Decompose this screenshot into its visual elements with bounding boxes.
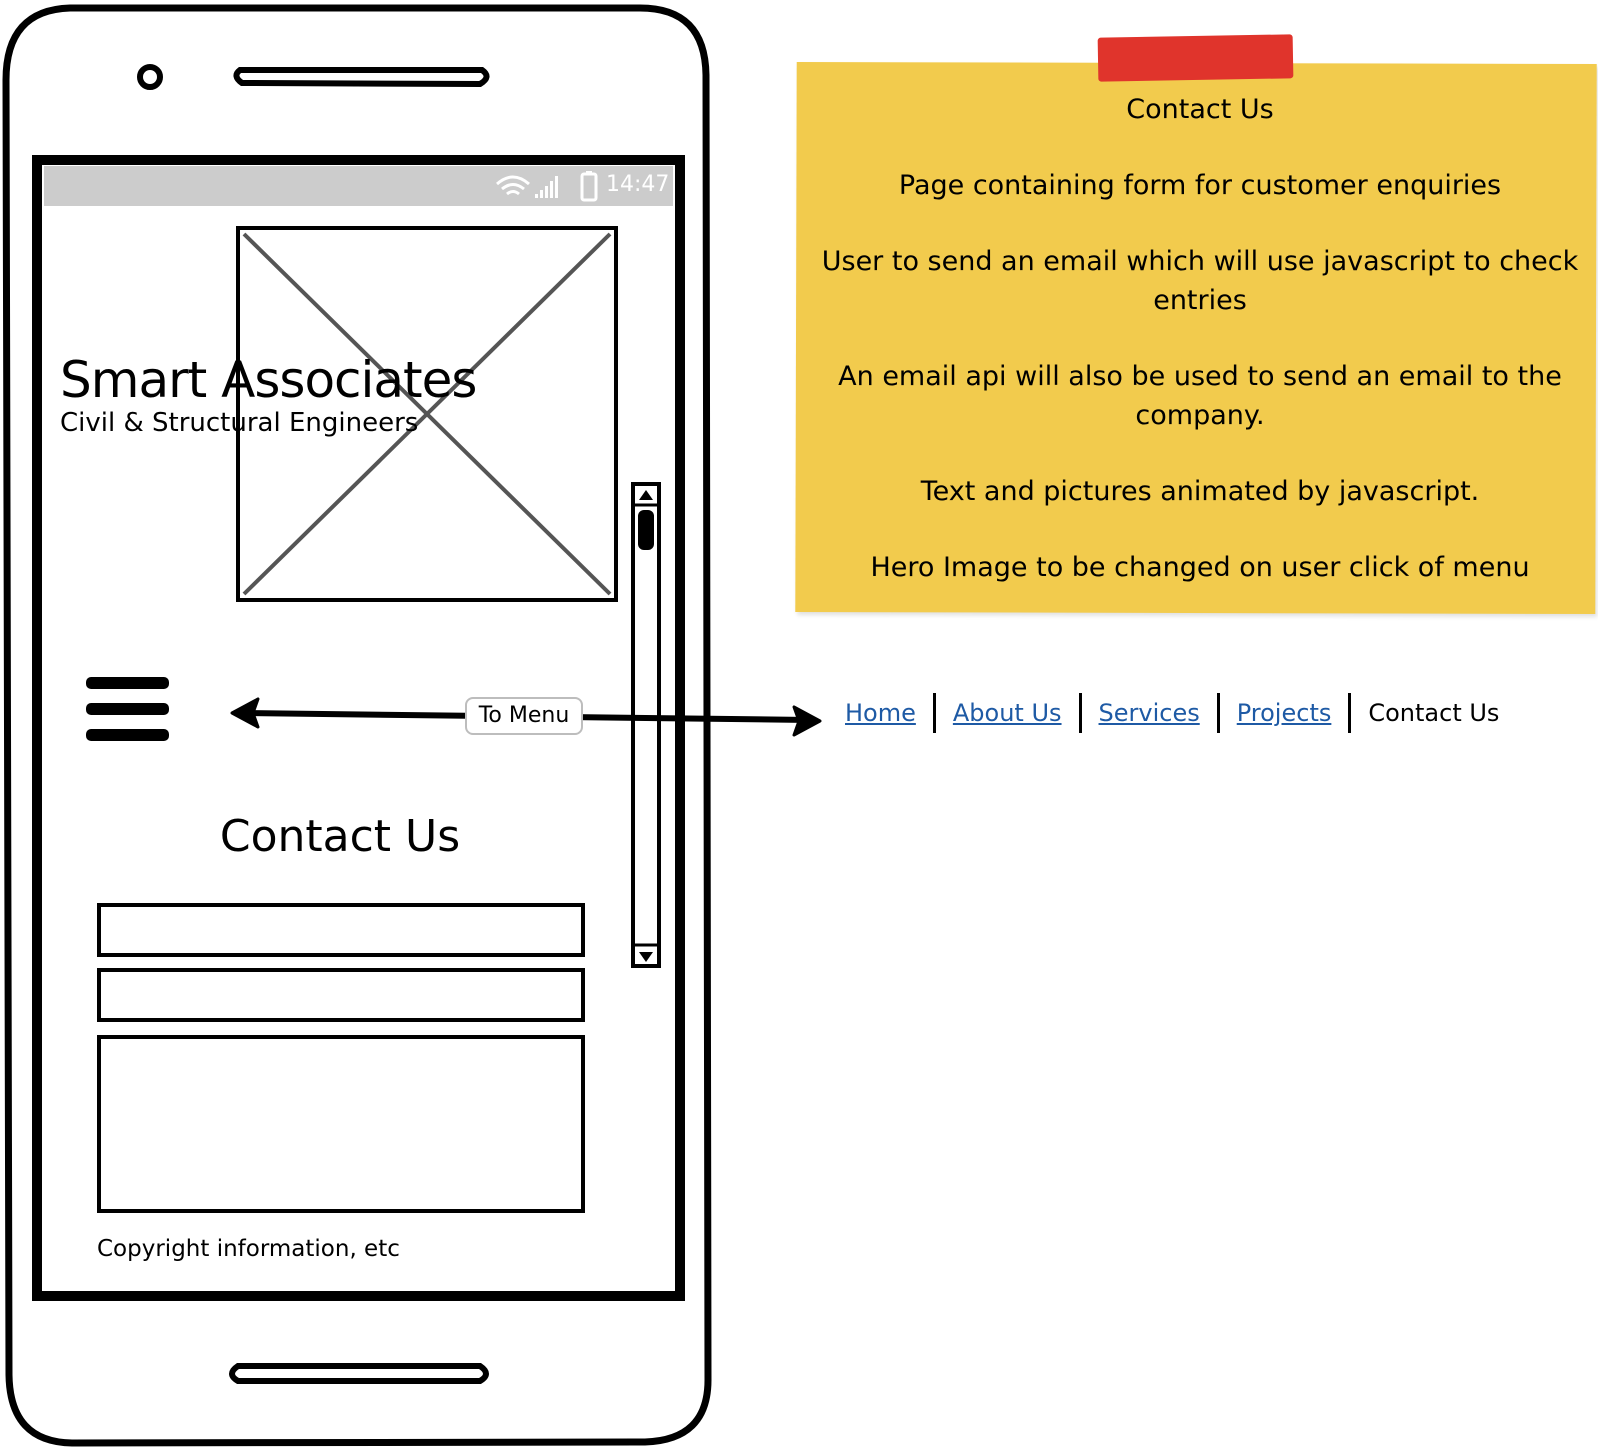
note-line-5: Hero Image to be changed on user click o… [870, 552, 1530, 583]
camera-dot [137, 64, 163, 90]
form-textarea [97, 1035, 585, 1213]
nav-link-services[interactable]: Services [1099, 699, 1200, 727]
note-line-3: An email api will also be used to send a… [838, 361, 1562, 431]
brand-title: Smart Associates [60, 351, 477, 409]
speaker-slot [233, 67, 490, 88]
status-time: 14:47 [606, 172, 670, 197]
brand-subtitle: Civil & Structural Engineers [60, 408, 419, 438]
to-menu-callout: To Menu [465, 697, 583, 735]
hamburger-menu-icon [86, 677, 169, 741]
scroll-thumb [638, 510, 654, 550]
page-heading: Contact Us [219, 811, 461, 862]
note-title: Contact Us [1126, 94, 1274, 125]
sticky-note-tape [1097, 34, 1294, 82]
nav-separator [1216, 693, 1220, 733]
nav-link-about-us[interactable]: About Us [953, 699, 1062, 727]
home-slot [229, 1363, 489, 1384]
note-line-2: User to send an email which will use jav… [821, 246, 1579, 316]
nav-separator [1078, 693, 1082, 733]
nav-separator [932, 693, 936, 733]
nav-separator [1348, 693, 1352, 733]
note-line-1: Page containing form for customer enquir… [898, 170, 1502, 201]
nav-current-contact-us: Contact Us [1368, 699, 1500, 727]
status-bar [44, 166, 673, 206]
nav-link-projects[interactable]: Projects [1237, 699, 1332, 727]
arrow-right-head-icon [792, 705, 822, 737]
form-field-1 [97, 903, 585, 957]
nav-link-home[interactable]: Home [845, 699, 916, 727]
form-field-2 [97, 968, 585, 1022]
sticky-note-text: Contact Us Page containing form for cust… [820, 90, 1580, 624]
copyright-text: Copyright information, etc [97, 1236, 400, 1262]
nav-bar: Home About Us Services Projects Contact … [845, 690, 1499, 736]
note-line-4: Text and pictures animated by javascript… [920, 476, 1480, 507]
